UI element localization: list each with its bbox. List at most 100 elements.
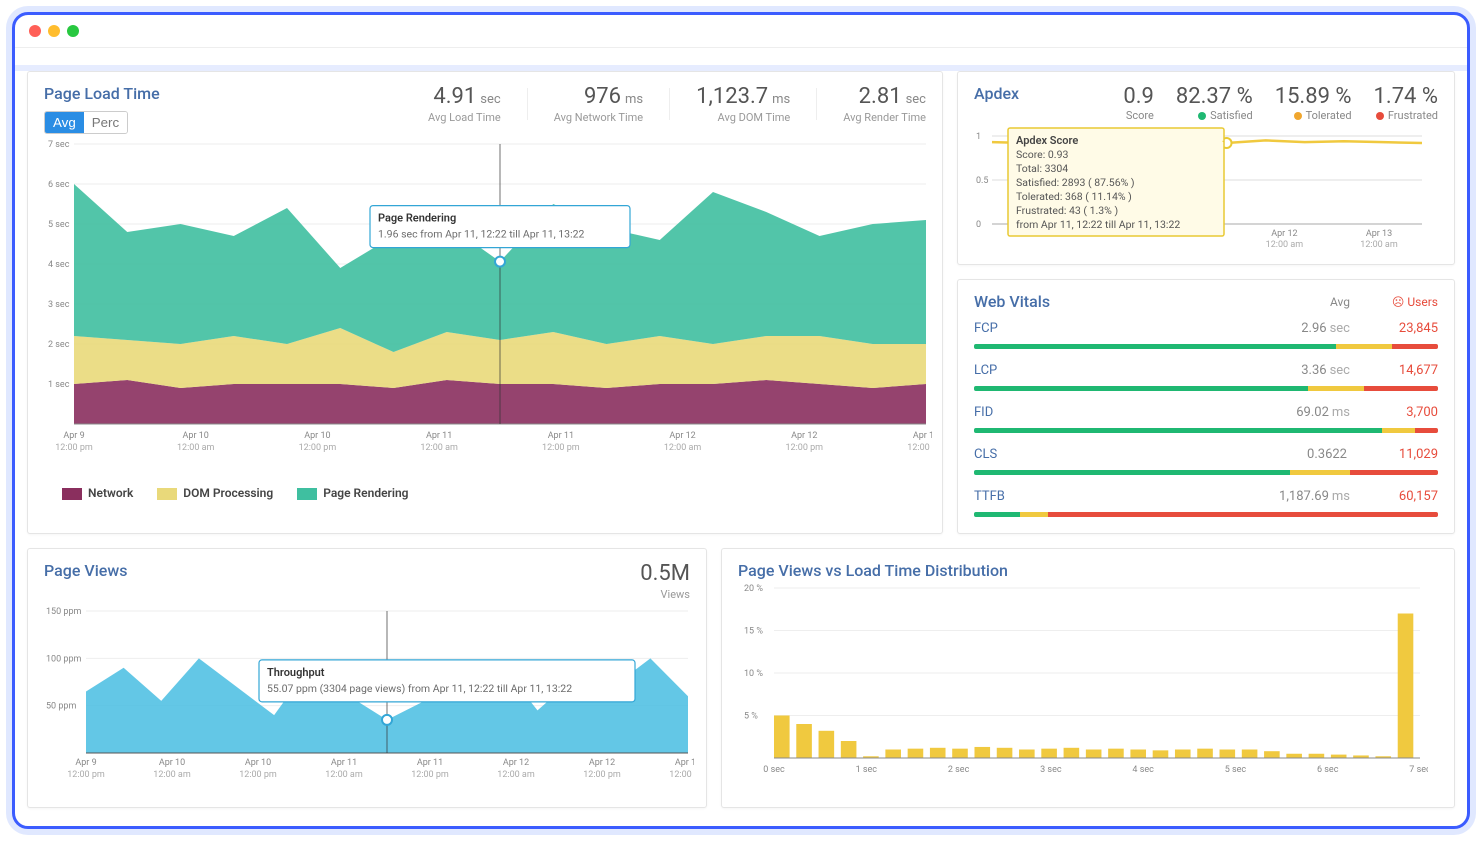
- web-vital-row-LCP[interactable]: LCP 3.36sec 14,677: [974, 353, 1438, 382]
- svg-text:12:00 am: 12:00 am: [1360, 240, 1398, 250]
- apdex-tolerated: 15.89 %Tolerated: [1275, 84, 1352, 122]
- svg-text:12:00 pm: 12:00 pm: [411, 770, 449, 780]
- distribution-card: Page Views vs Load Time Distribution 5 %…: [721, 548, 1455, 808]
- web-vitals-rows: FCP 2.96sec 23,845 LCP 3.36sec 14,677 FI…: [974, 311, 1438, 517]
- svg-text:12:00 pm: 12:00 pm: [239, 770, 277, 780]
- svg-text:Frustrated: 43 ( 1.3% ): Frustrated: 43 ( 1.3% ): [1016, 204, 1118, 217]
- svg-text:150 ppm: 150 ppm: [46, 607, 82, 617]
- svg-text:55.07 ppm (3304 page views) fr: 55.07 ppm (3304 page views) from Apr 11,…: [267, 682, 572, 695]
- svg-text:12:00 pm: 12:00 pm: [542, 443, 580, 453]
- page-views-card: Page Views 0.5M Views 50 ppm100 ppm150 p…: [27, 548, 707, 808]
- web-vitals-card: Web Vitals Avg ☹ Users FCP 2.96sec 23,84…: [957, 279, 1455, 534]
- page-load-metrics: 4.91secAvg Load Time976msAvg Network Tim…: [428, 84, 926, 124]
- svg-text:Tolerated: 368 ( 11.14% ): Tolerated: 368 ( 11.14% ): [1016, 190, 1132, 203]
- svg-text:Apr 10: Apr 10: [304, 431, 330, 441]
- avg-perc-toggle[interactable]: Avg Perc: [44, 111, 128, 134]
- svg-text:3 sec: 3 sec: [1040, 765, 1062, 775]
- svg-text:5 sec: 5 sec: [48, 220, 70, 230]
- metric-3: 2.81secAvg Render Time: [843, 84, 926, 124]
- svg-text:1 sec: 1 sec: [48, 380, 70, 390]
- svg-text:Apr 12: Apr 12: [1271, 229, 1297, 239]
- svg-text:12:00 am: 12:00 am: [664, 443, 702, 453]
- svg-text:Apr 12: Apr 12: [589, 758, 615, 768]
- svg-text:12:00 am: 12:00 am: [153, 770, 191, 780]
- svg-text:12:00 am: 12:00 am: [325, 770, 363, 780]
- app-window: Page Load Time Avg Perc 4.91secAvg Load …: [12, 12, 1470, 829]
- svg-text:Apr 13: Apr 13: [913, 431, 932, 441]
- toggle-perc[interactable]: Perc: [84, 112, 127, 133]
- svg-text:Apr 11: Apr 11: [426, 431, 452, 441]
- apdex-stats: 0.9Score 82.37 %Satisfied 15.89 %Tolerat…: [1123, 84, 1438, 122]
- svg-text:50 ppm: 50 ppm: [46, 702, 76, 712]
- svg-text:7 sec: 7 sec: [1409, 765, 1428, 775]
- svg-text:12:00 am: 12:00 am: [669, 770, 694, 780]
- svg-text:12:00 pm: 12:00 pm: [583, 770, 621, 780]
- web-vital-row-TTFB[interactable]: TTFB 1,187.69ms 60,157: [974, 479, 1438, 508]
- page-load-time-card: Page Load Time Avg Perc 4.91secAvg Load …: [27, 71, 943, 534]
- svg-text:1: 1: [976, 132, 981, 142]
- web-vital-row-FID[interactable]: FID 69.02ms 3,700: [974, 395, 1438, 424]
- svg-text:12:00 am: 12:00 am: [420, 443, 458, 453]
- svg-text:12:00 pm: 12:00 pm: [785, 443, 823, 453]
- legend-network: Network: [62, 486, 133, 500]
- svg-text:Apr 10: Apr 10: [183, 431, 209, 441]
- svg-text:12:00 pm: 12:00 pm: [299, 443, 337, 453]
- svg-text:2 sec: 2 sec: [948, 765, 970, 775]
- svg-text:Total: 3304: Total: 3304: [1016, 162, 1068, 175]
- svg-text:Apr 13: Apr 13: [1366, 229, 1392, 239]
- svg-text:0.5: 0.5: [976, 176, 989, 186]
- web-vitals-title: Web Vitals: [974, 292, 1050, 311]
- apdex-score: 0.9Score: [1123, 84, 1154, 122]
- svg-text:4 sec: 4 sec: [1132, 765, 1154, 775]
- apdex-frustrated: 1.74 %Frustrated: [1374, 84, 1438, 122]
- metric-1: 976msAvg Network Time: [554, 84, 643, 124]
- toggle-avg[interactable]: Avg: [45, 112, 84, 133]
- distribution-chart[interactable]: 5 %10 %15 %20 %0 sec1 sec2 sec3 sec4 sec…: [738, 580, 1428, 780]
- page-load-chart[interactable]: 1 sec2 sec3 sec4 sec5 sec6 sec7 secApr 9…: [44, 134, 932, 474]
- svg-text:Page Rendering: Page Rendering: [378, 212, 456, 225]
- svg-text:12:00 am: 12:00 am: [177, 443, 215, 453]
- distribution-title: Page Views vs Load Time Distribution: [738, 561, 1438, 580]
- svg-text:Apr 12: Apr 12: [669, 431, 695, 441]
- web-vital-row-FCP[interactable]: FCP 2.96sec 23,845: [974, 311, 1438, 340]
- svg-text:Apr 9: Apr 9: [75, 758, 96, 768]
- window-close-button[interactable]: [29, 25, 41, 37]
- header-separator: [15, 47, 1467, 71]
- svg-text:10 %: 10 %: [744, 669, 763, 679]
- svg-text:6 sec: 6 sec: [1317, 765, 1339, 775]
- window-minimize-button[interactable]: [48, 25, 60, 37]
- page-load-legend: Network DOM Processing Page Rendering: [44, 478, 926, 500]
- svg-text:Apr 12: Apr 12: [791, 431, 817, 441]
- page-views-chart[interactable]: 50 ppm100 ppm150 ppmApr 912:00 pmApr 101…: [44, 601, 694, 791]
- legend-render: Page Rendering: [297, 486, 408, 500]
- svg-text:12:00 pm: 12:00 pm: [67, 770, 105, 780]
- window-zoom-button[interactable]: [67, 25, 79, 37]
- svg-text:5 %: 5 %: [744, 712, 758, 722]
- svg-text:12:00 am: 12:00 am: [907, 443, 932, 453]
- frown-icon: ☹: [1392, 295, 1405, 309]
- svg-text:Apr 10: Apr 10: [159, 758, 185, 768]
- svg-text:Score: 0.93: Score: 0.93: [1016, 148, 1068, 161]
- svg-text:5 sec: 5 sec: [1225, 765, 1247, 775]
- window-titlebar: [15, 15, 1467, 47]
- svg-text:Apr 11: Apr 11: [417, 758, 443, 768]
- svg-text:Satisfied: 2893 ( 87.56% ): Satisfied: 2893 ( 87.56% ): [1016, 176, 1135, 189]
- apdex-satisfied: 82.37 %Satisfied: [1176, 84, 1253, 122]
- svg-text:20 %: 20 %: [744, 584, 763, 594]
- svg-text:Apr 9: Apr 9: [63, 431, 84, 441]
- svg-text:1 sec: 1 sec: [856, 765, 878, 775]
- page-load-title: Page Load Time: [44, 84, 160, 103]
- svg-text:12:00 am: 12:00 am: [1266, 240, 1304, 250]
- svg-text:0 sec: 0 sec: [763, 765, 785, 775]
- apdex-chart[interactable]: 00.51Apr 1212:00 amApr 1312:00 amApdex S…: [974, 122, 1426, 252]
- page-views-title: Page Views: [44, 561, 127, 601]
- svg-text:12:00 pm: 12:00 pm: [55, 443, 93, 453]
- svg-text:Apdex Score: Apdex Score: [1016, 134, 1078, 147]
- web-vitals-head-avg: Avg: [1050, 295, 1350, 309]
- svg-text:Apr 13: Apr 13: [675, 758, 694, 768]
- svg-text:6 sec: 6 sec: [48, 180, 70, 190]
- web-vital-row-CLS[interactable]: CLS 0.3622 11,029: [974, 437, 1438, 466]
- metric-2: 1,123.7msAvg DOM Time: [696, 84, 790, 124]
- svg-text:Apr 12: Apr 12: [503, 758, 529, 768]
- svg-text:4 sec: 4 sec: [48, 260, 70, 270]
